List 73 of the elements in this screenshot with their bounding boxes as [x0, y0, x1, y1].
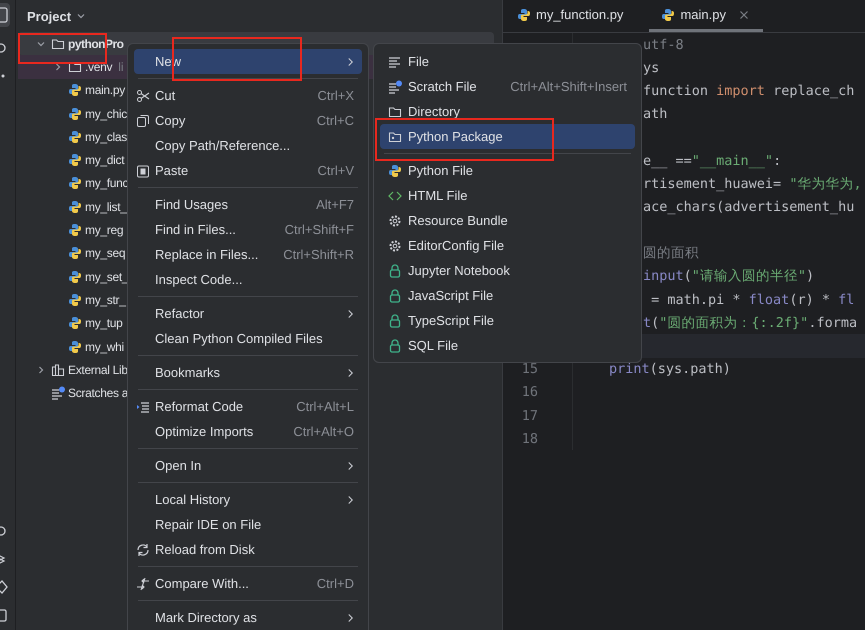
- tree-item-label: main.py: [85, 83, 125, 98]
- code-line: rtisement_huawei= "华为华为,: [642, 174, 862, 193]
- menu-item-label: Refactor: [155, 306, 206, 321]
- shortcut-label: Alt+F7: [316, 197, 354, 212]
- line-number: 15: [522, 361, 538, 378]
- menu-item-label: Local History: [155, 492, 232, 507]
- menu-item-label: Copy: [155, 113, 186, 128]
- tab-label: my_function.py: [536, 7, 624, 22]
- menu-item-label: Compare With...: [155, 576, 250, 591]
- menu-item-label: Replace in Files...: [155, 247, 260, 262]
- menu-item-label: Copy Path/Reference...: [155, 138, 292, 153]
- menu-item-label: Find in Files...: [155, 222, 237, 237]
- menu-item-label: Python Package: [408, 129, 504, 144]
- line-number: 16: [522, 384, 538, 400]
- menu-item-label: Open In: [155, 458, 202, 473]
- menu-item-label: Reformat Code: [155, 399, 244, 414]
- shortcut-label: Ctrl+D: [316, 576, 354, 591]
- tree-item-label: my_set_: [85, 270, 128, 284]
- menu-item-label: JavaScript File: [408, 288, 494, 303]
- shortcut-label: Ctrl+Alt+L: [296, 399, 354, 414]
- menu-item-label: Jupyter Notebook: [408, 263, 511, 278]
- menu-item-label: Directory: [408, 104, 462, 119]
- tree-item-label: my_tup: [85, 316, 123, 330]
- tree-item-label: my_whi: [85, 340, 124, 354]
- tree-item-label: my_seq: [85, 246, 126, 260]
- menu-item-label: File: [408, 54, 430, 69]
- menu-item-label: Optimize Imports: [155, 424, 254, 439]
- tree-item-label: my_reg: [85, 223, 124, 238]
- menu-item-label: Reload from Disk: [155, 542, 256, 557]
- code-line: ace_chars(advertisement_hu: [642, 198, 854, 215]
- tree-item-label: my_list_: [85, 200, 127, 214]
- menu-item-label: Paste: [155, 163, 190, 178]
- code-line: print(sys.path): [608, 361, 731, 378]
- tab-label: main.py: [680, 7, 726, 22]
- code-line: t("圆的面积为：{:.2f}".forma: [642, 314, 858, 332]
- menu-item-label: HTML File: [408, 188, 468, 203]
- shortcut-label: Ctrl+C: [316, 113, 354, 128]
- line-number: 17: [522, 408, 538, 424]
- menu-item-label: Mark Directory as: [155, 610, 258, 625]
- menu-item-label: Resource Bundle: [408, 213, 509, 228]
- tree-item-label: my_func: [85, 176, 128, 190]
- code-line: ys: [642, 60, 660, 76]
- menu-item-label: Scratch File: [408, 79, 478, 94]
- tree-item-label: External Lib: [68, 362, 128, 377]
- code-line: 圆的面积: [642, 244, 699, 262]
- shortcut-label: Ctrl+X: [318, 88, 354, 103]
- shortcut-label: Ctrl+V: [318, 163, 354, 178]
- code-line: e__ =="__main__":: [642, 152, 782, 169]
- menu-item-label: Cut: [155, 88, 176, 103]
- tree-item-label: .venv: [85, 60, 112, 74]
- shortcut-label: Ctrl+Shift+F: [284, 222, 354, 237]
- code-line: input("请输入圆的半径"): [642, 267, 814, 286]
- menu-item-label: TypeScript File: [408, 313, 495, 328]
- menu-item-label: Inspect Code...: [155, 272, 244, 287]
- shortcut-label: Ctrl+Alt+Shift+Insert: [510, 79, 627, 94]
- shortcut-label: Ctrl+Alt+O: [293, 424, 354, 439]
- code-line: = math.pi * float(r) * fl: [650, 292, 854, 308]
- tree-item-note: li: [118, 60, 124, 74]
- menu-item-label: EditorConfig File: [408, 238, 506, 253]
- code-line: utf-8: [642, 36, 684, 53]
- tree-item-label: my_str_: [85, 292, 126, 307]
- menu-item-label: Python File: [408, 163, 474, 178]
- menu-item-label: Bookmarks: [155, 365, 222, 380]
- code-line: ath: [642, 106, 668, 122]
- tree-item-label: my_chic: [85, 106, 127, 121]
- menu-item-label: Find Usages: [155, 197, 229, 212]
- shortcut-label: Ctrl+Shift+R: [283, 247, 354, 262]
- menu-item-label: SQL File: [408, 338, 460, 353]
- line-number: 18: [522, 430, 538, 447]
- tree-item-label: my_clas: [85, 130, 127, 144]
- menu-item-label: Clean Python Compiled Files: [155, 331, 324, 346]
- menu-item-label: Repair IDE on File: [155, 517, 262, 532]
- tree-item-label: my_dict: [85, 153, 124, 168]
